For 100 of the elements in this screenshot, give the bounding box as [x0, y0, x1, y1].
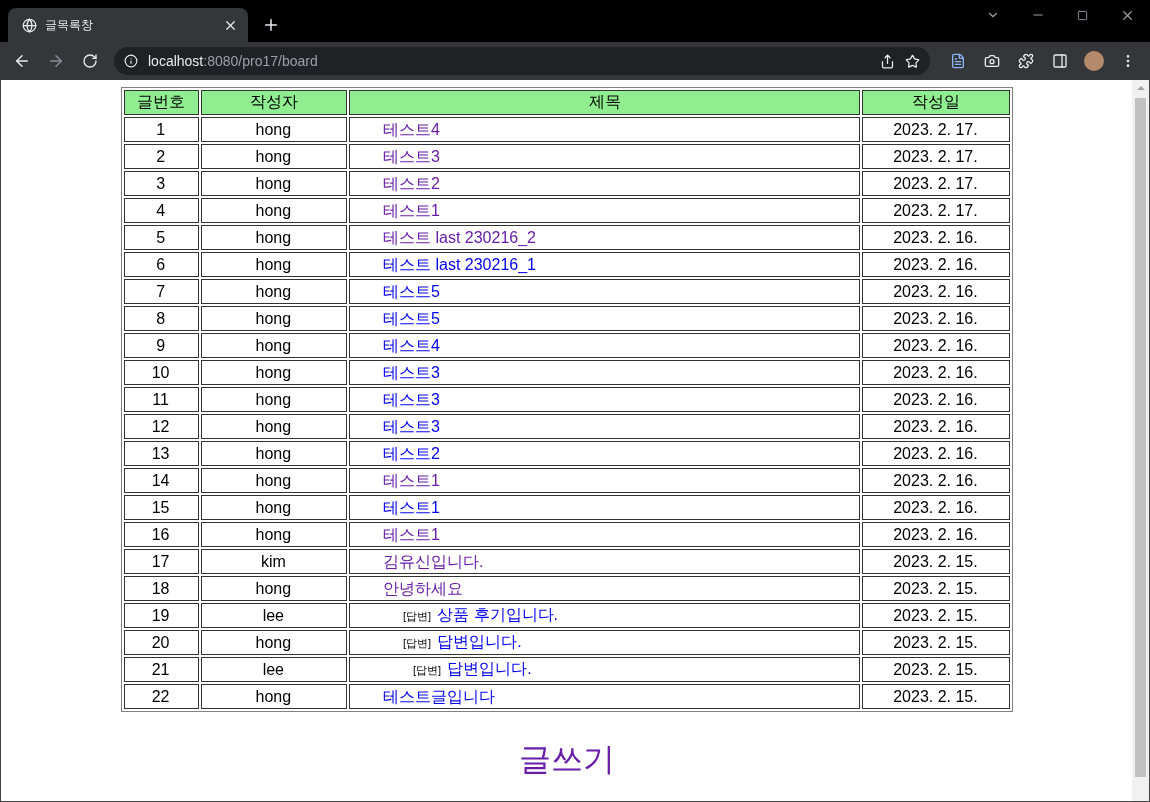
- post-title-link[interactable]: 테스트 last 230216_2: [383, 228, 536, 246]
- table-cell: 2023. 2. 16.: [862, 252, 1010, 277]
- post-title-link[interactable]: 테스트4: [383, 120, 440, 138]
- table-cell: hong: [200, 414, 347, 439]
- reply-label: [답변]: [403, 637, 432, 649]
- table-cell: hong: [200, 171, 347, 196]
- post-title-link[interactable]: 테스트3: [383, 417, 440, 435]
- table-cell: 14: [123, 468, 199, 493]
- table-cell: hong: [200, 360, 347, 385]
- info-icon: [124, 54, 138, 68]
- post-title-link[interactable]: 상품 후기입니다.: [437, 606, 558, 623]
- post-title-link[interactable]: 테스트1: [383, 498, 440, 516]
- table-cell: hong: [200, 441, 347, 466]
- table-cell: 21: [123, 657, 199, 682]
- table-cell: 2023. 2. 16.: [862, 387, 1010, 412]
- address-bar[interactable]: localhost:8080/pro17/board: [114, 47, 930, 75]
- post-title-link[interactable]: 답변입니다.: [437, 633, 522, 650]
- table-cell: hong: [200, 225, 347, 250]
- table-cell: 22: [123, 684, 199, 709]
- table-cell: 2023. 2. 15.: [862, 657, 1010, 682]
- table-cell: hong: [200, 630, 347, 655]
- table-cell: hong: [200, 306, 347, 331]
- post-title-link[interactable]: 테스트4: [383, 336, 440, 354]
- table-cell: 2023. 2. 16.: [862, 306, 1010, 331]
- table-cell: 2023. 2. 16.: [862, 495, 1010, 520]
- table-cell: 12: [123, 414, 199, 439]
- table-cell: 2023. 2. 16.: [862, 441, 1010, 466]
- table-cell: 2023. 2. 16.: [862, 360, 1010, 385]
- table-cell: 2023. 2. 15.: [862, 630, 1010, 655]
- table-cell: 2023. 2. 16.: [862, 414, 1010, 439]
- column-header: 제목: [349, 90, 861, 115]
- table-cell: 6: [123, 252, 199, 277]
- table-cell: 10: [123, 360, 199, 385]
- browser-tab[interactable]: 글목록창: [8, 8, 248, 42]
- table-cell: lee: [200, 657, 347, 682]
- table-cell: hong: [200, 198, 347, 223]
- table-cell: 11: [123, 387, 199, 412]
- table-cell: hong: [200, 684, 347, 709]
- table-cell: 2023. 2. 15.: [862, 603, 1010, 628]
- reply-label: [답변]: [403, 610, 432, 622]
- column-header: 글번호: [123, 90, 199, 115]
- post-title-link[interactable]: 테스트3: [383, 363, 440, 381]
- table-cell: hong: [200, 468, 347, 493]
- post-title-link[interactable]: 테스트1: [383, 201, 440, 219]
- table-cell: hong: [200, 144, 347, 169]
- table-cell: 2023. 2. 15.: [862, 576, 1010, 601]
- table-cell: 2: [123, 144, 199, 169]
- reply-label: [답변]: [413, 664, 442, 676]
- table-cell: hong: [200, 117, 347, 142]
- post-title-link[interactable]: 테스트3: [383, 390, 440, 408]
- post-title-link[interactable]: 테스트1: [383, 471, 440, 489]
- table-cell: 2023. 2. 17.: [862, 198, 1010, 223]
- tab-title: 글목록창: [45, 16, 94, 34]
- table-cell: 2023. 2. 16.: [862, 225, 1010, 250]
- write-link[interactable]: 글쓰기: [518, 738, 615, 782]
- table-cell: hong: [200, 522, 347, 547]
- post-title-link[interactable]: 테스트3: [383, 147, 440, 165]
- table-cell: 20: [123, 630, 199, 655]
- post-title-link[interactable]: 김유신입니다.: [383, 552, 484, 570]
- post-title-link[interactable]: 테스트 last 230216_1: [383, 255, 536, 273]
- table-cell: hong: [200, 387, 347, 412]
- post-title-link[interactable]: 테스트5: [383, 309, 440, 327]
- table-cell: 4: [123, 198, 199, 223]
- scrollbar[interactable]: [1132, 80, 1149, 801]
- table-cell: 19: [123, 603, 199, 628]
- table-cell: 8: [123, 306, 199, 331]
- table-cell: 2023. 2. 16.: [862, 468, 1010, 493]
- post-title-link[interactable]: 답변입니다.: [447, 660, 532, 677]
- table-cell: hong: [200, 333, 347, 358]
- star-icon[interactable]: [905, 53, 920, 69]
- post-title-link[interactable]: 테스트2: [383, 174, 440, 192]
- table-cell: 2023. 2. 16.: [862, 522, 1010, 547]
- new-tab-icon[interactable]: [262, 16, 280, 34]
- table-cell: hong: [200, 252, 347, 277]
- post-title-link[interactable]: 테스트2: [383, 444, 440, 462]
- post-title-link[interactable]: 테스트5: [383, 282, 440, 300]
- table-cell: kim: [200, 549, 347, 574]
- table-cell: 2023. 2. 17.: [862, 117, 1010, 142]
- share-icon[interactable]: [880, 53, 895, 69]
- post-title-link[interactable]: 안녕하세요: [383, 579, 463, 597]
- table-cell: 18: [123, 576, 199, 601]
- table-cell: 17: [123, 549, 199, 574]
- table-cell: 3: [123, 171, 199, 196]
- table-cell: 15: [123, 495, 199, 520]
- table-cell: lee: [200, 603, 347, 628]
- table-cell: 13: [123, 441, 199, 466]
- table-cell: hong: [200, 279, 347, 304]
- table-cell: 1: [123, 117, 199, 142]
- table-cell: 2023. 2. 16.: [862, 333, 1010, 358]
- table-cell: hong: [200, 576, 347, 601]
- table-cell: 2023. 2. 17.: [862, 171, 1010, 196]
- column-header: 작성일: [862, 90, 1010, 115]
- column-header: 작성자: [200, 90, 347, 115]
- table-cell: hong: [200, 495, 347, 520]
- table-cell: 2023. 2. 17.: [862, 144, 1010, 169]
- table-cell: 7: [123, 279, 199, 304]
- table-cell: 5: [123, 225, 199, 250]
- post-title-link[interactable]: 테스트1: [383, 525, 440, 543]
- post-title-link[interactable]: 테스트글입니다: [383, 687, 495, 705]
- table-cell: 9: [123, 333, 199, 358]
